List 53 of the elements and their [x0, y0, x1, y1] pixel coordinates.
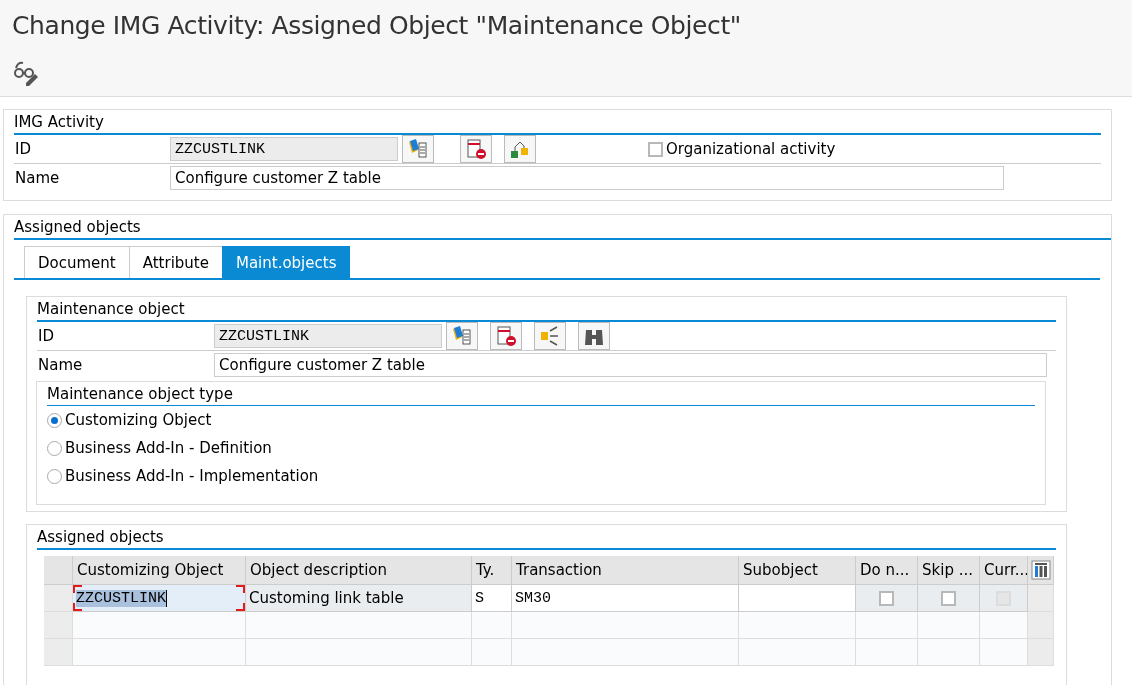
window-title: Change IMG Activity: Assigned Object "Maintenance Object": [12, 10, 741, 40]
column-header[interactable]: Subobject: [739, 556, 856, 585]
delete-button[interactable]: [460, 135, 492, 163]
radio-label: Customizing Object: [65, 411, 212, 429]
section-title: Assigned objects: [14, 215, 1111, 240]
radio-button[interactable]: [47, 412, 62, 428]
tab[interactable]: Document: [24, 246, 130, 278]
document-list-icon: [451, 326, 473, 346]
column-header[interactable]: Ty.: [472, 556, 512, 585]
column-header[interactable]: Curr...: [980, 556, 1028, 585]
id-field[interactable]: ZZCUSTLINK: [170, 137, 398, 161]
name-field[interactable]: Configure customer Z table: [214, 353, 1047, 377]
field-label: Name: [37, 356, 84, 374]
glasses-pencil-icon: [13, 60, 41, 86]
documentation-button[interactable]: [446, 322, 478, 350]
delete-entry-icon: [495, 325, 517, 347]
checkbox[interactable]: [648, 141, 663, 157]
document-list-icon: [407, 139, 429, 159]
field-label: ID: [14, 140, 32, 158]
group-title: Maintenance object type: [47, 382, 1035, 406]
radio-button[interactable]: [47, 440, 62, 456]
documentation-button[interactable]: [402, 135, 434, 163]
radio-button[interactable]: [47, 468, 62, 484]
row-selector-header: [44, 556, 73, 585]
table-cell-input[interactable]: ZZCUSTLINK: [73, 585, 246, 612]
field-label: ID: [37, 327, 55, 345]
distribute-arrows-icon: [539, 325, 561, 347]
structure-button[interactable]: [504, 135, 536, 163]
table-cell-input[interactable]: SM30: [512, 585, 739, 612]
section-title: IMG Activity: [14, 110, 1101, 135]
distribute-button[interactable]: [534, 322, 566, 350]
find-button[interactable]: [578, 322, 610, 350]
tab[interactable]: Maint.objects: [221, 246, 351, 278]
table-cell: Customing link table: [246, 585, 472, 612]
column-header[interactable]: Customizing Object: [73, 556, 246, 585]
column-header[interactable]: Do n...: [856, 556, 918, 585]
column-header[interactable]: Transaction: [512, 556, 739, 585]
delete-button[interactable]: [490, 322, 522, 350]
table-cell-input[interactable]: [739, 585, 856, 612]
table-cell-input[interactable]: S: [472, 585, 512, 612]
radio-label: Business Add-In - Definition: [65, 439, 272, 457]
column-header[interactable]: Skip ...: [918, 556, 980, 585]
field-label: Name: [14, 169, 61, 187]
checkbox[interactable]: [941, 590, 956, 606]
checkbox-label: Organizational activity: [666, 140, 836, 158]
column-settings-icon[interactable]: [1030, 560, 1051, 580]
column-header[interactable]: Object description: [246, 556, 472, 585]
id-field[interactable]: ZZCUSTLINK: [214, 324, 442, 348]
radio-label: Business Add-In - Implementation: [65, 467, 319, 485]
section-title: Assigned objects: [37, 525, 1056, 550]
delete-entry-icon: [465, 138, 487, 160]
name-field[interactable]: Configure customer Z table: [170, 166, 1004, 190]
checkbox[interactable]: [879, 590, 894, 606]
